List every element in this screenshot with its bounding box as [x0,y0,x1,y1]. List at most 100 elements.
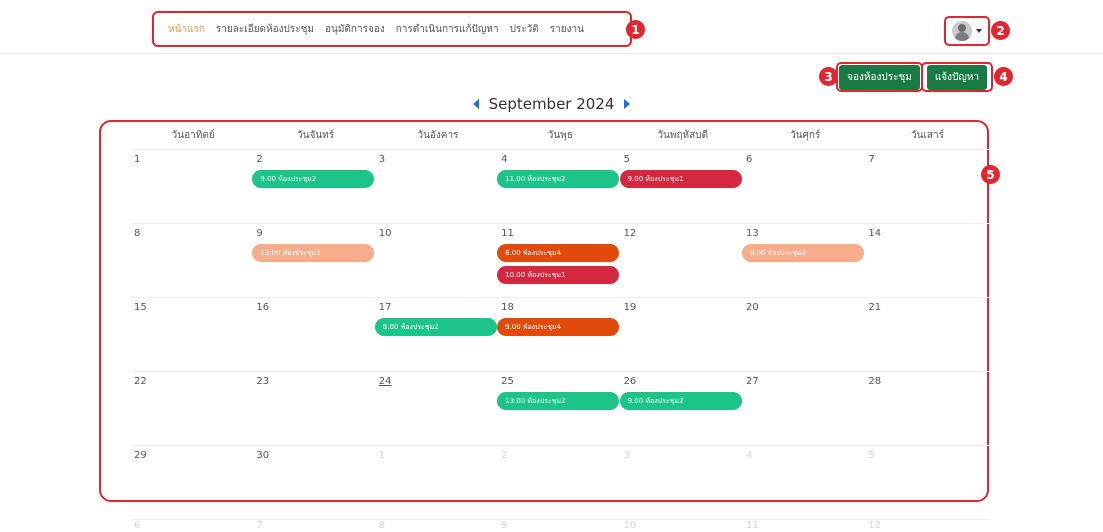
calendar-event[interactable]: 13.00 ห้องประชุม2 [497,392,620,410]
calendar-week-row: 22 23 24 25 13.00 ห้องประชุม2 26 9.00 ห้องประช… [132,372,989,446]
day-number: 11 [501,228,514,239]
day-number: 9 [501,520,508,531]
nav-item-room-details[interactable]: รายละเอียดห้องประชุม [216,22,314,37]
day-number: 22 [134,376,147,387]
calendar-day-cell[interactable]: 30 [254,446,376,519]
calendar-day-cell[interactable]: 27 [744,372,866,445]
calendar-event[interactable]: 9.00 ห้องประชุม2 [252,170,375,188]
calendar-day-cell[interactable]: 7 [866,150,988,223]
calendar-event[interactable]: 13.00 ห้องประชุม3 [252,244,375,262]
user-menu[interactable] [944,16,990,46]
calendar-day-cell[interactable]: 14 [866,224,988,297]
book-room-button-frame: จองห้องประชุม [836,62,923,92]
nav-item-history[interactable]: ประวัติ [510,22,539,37]
nav-item-home[interactable]: หน้าแรก [168,22,205,37]
calendar-day-cell[interactable]: 18 9.00 ห้องประชุม4 [497,298,621,371]
calendar-day-cell[interactable]: 19 [622,298,744,371]
day-number: 3 [623,450,630,461]
calendar-day-cell[interactable]: 2 [499,446,621,519]
calendar-day-cell[interactable]: 4 11.00 ห้องประชุม2 [497,150,621,223]
calendar-day-cell[interactable]: 3 [377,150,499,223]
calendar-event[interactable]: 8.00 ห้องประชุม2 [374,318,497,336]
calendar-day-cell[interactable]: 2 9.00 ห้องประชุม2 [252,150,376,223]
calendar-day-cell[interactable]: 17 8.00 ห้องประชุม2 [374,298,499,371]
day-number: 2 [256,154,263,165]
calendar-event[interactable]: 11.00 ห้องประชุม2 [497,170,620,188]
calendar-day-cell[interactable]: 20 [744,298,866,371]
calendar-week-row: 1 2 9.00 ห้องประชุม2 3 4 11.00 ห้องประชุม2 5 9.… [132,150,989,224]
calendar-day-cell[interactable]: 10 [377,224,499,297]
calendar-event[interactable]: 9.00 ห้องประชุม3 [741,244,864,262]
calendar-event[interactable]: 9.00 ห้องประชุม2 [619,392,742,410]
calendar-event[interactable]: 9.00 ห้องประชุม4 [497,318,620,336]
calendar-day-cell[interactable]: 8 [132,224,254,297]
calendar-day-cell[interactable]: 1 [377,446,499,519]
calendar-day-cell[interactable]: 3 [622,446,744,519]
calendar-day-cell[interactable]: 24 [377,372,499,445]
calendar-day-cell[interactable]: 22 [132,372,254,445]
report-issue-button[interactable]: แจ้งปัญหา [926,64,988,90]
calendar-day-cell[interactable]: 28 [866,372,988,445]
day-number: 29 [134,450,147,461]
calendar-day-cell[interactable]: 4 [744,446,866,519]
weekday-label: วันอาทิตย์ [171,130,215,141]
day-number: 10 [378,228,392,239]
calendar-day-cell[interactable]: 11 8.00 ห้องประชุม4 10.00 ห้องประชุม1 [497,224,621,297]
book-room-button[interactable]: จองห้องประชุม [839,64,920,90]
nav-item-report[interactable]: รายงาน [550,22,584,37]
day-number: 1 [134,154,141,165]
main-nav: หน้าแรก รายละเอียดห้องประชุม อนุมัติการจ… [152,11,632,47]
day-number: 14 [868,228,882,239]
nav-item-issue-resolution[interactable]: การดำเนินการแก้ปัญหา [396,22,499,37]
day-number: 17 [378,302,392,313]
day-number: 5 [868,450,875,461]
day-number: 15 [134,302,147,313]
weekday-label: วันพฤหัสบดี [657,130,709,141]
calendar-day-cell[interactable]: 16 [254,298,376,371]
day-number: 10 [623,520,637,531]
calendar-day-cell: 7 [254,520,376,532]
nav-item-approve-booking[interactable]: อนุมัติการจอง [325,22,385,37]
avatar[interactable] [952,21,972,41]
day-number: 19 [623,302,637,313]
calendar-day-cell[interactable]: 21 [866,298,988,371]
month-title: September 2024 [488,95,615,113]
calendar-day-cell: 9 [499,520,621,532]
day-number: 7 [868,154,875,165]
calendar-grid: วันอาทิตย์ วันจันทร์ วันอังคาร วันพุธ วันพฤห… [132,126,989,520]
day-number: 23 [256,376,270,387]
day-number: 13 [745,228,759,239]
calendar-event[interactable]: 9.00 ห้องประชุม1 [619,170,742,188]
calendar-day-cell[interactable]: 23 [254,372,376,445]
calendar-day-cell[interactable]: 29 [132,446,254,519]
calendar-week-row: 29 30 1 2 3 4 5 [132,446,989,520]
calendar-day-cell[interactable]: 15 [132,298,254,371]
day-number: 2 [501,450,508,461]
calendar-day-cell[interactable]: 1 [132,150,254,223]
calendar-day-cell[interactable]: 6 [744,150,866,223]
calendar-day-cell[interactable]: 5 [866,446,988,519]
next-month-icon[interactable] [624,99,631,109]
calendar-day-cell[interactable]: 25 13.00 ห้องประชุม2 [497,372,621,445]
day-number: 11 [745,520,759,531]
day-number: 6 [134,520,141,531]
day-number: 5 [623,154,630,165]
calendar-event[interactable]: 10.00 ห้องประชุม1 [497,266,620,284]
previous-month-icon[interactable] [472,99,479,109]
calendar-day-cell[interactable]: 9 13.00 ห้องประชุม3 [252,224,376,297]
calendar-week-row: 15 16 17 8.00 ห้องประชุม2 18 9.00 ห้องประชุม4… [132,298,989,372]
day-number: 16 [256,302,270,313]
top-bar: หน้าแรก รายละเอียดห้องประชุม อนุมัติการจ… [0,0,1103,54]
calendar-day-cell[interactable]: 12 [622,224,744,297]
weekday-label: วันพุธ [547,130,573,141]
day-number: 8 [134,228,141,239]
day-number: 30 [256,450,270,461]
calendar-day-cell[interactable]: 26 9.00 ห้องประชุม2 [619,372,744,445]
calendar-event[interactable]: 8.00 ห้องประชุม4 [497,244,620,262]
calendar-day-cell[interactable]: 13 9.00 ห้องประชุม3 [741,224,866,297]
day-number: 9 [256,228,263,239]
calendar-day-cell: 10 [622,520,744,532]
calendar-day-cell[interactable]: 5 9.00 ห้องประชุม1 [619,150,744,223]
day-number: 1 [378,450,386,461]
weekday-label: วันจันทร์ [297,130,335,141]
